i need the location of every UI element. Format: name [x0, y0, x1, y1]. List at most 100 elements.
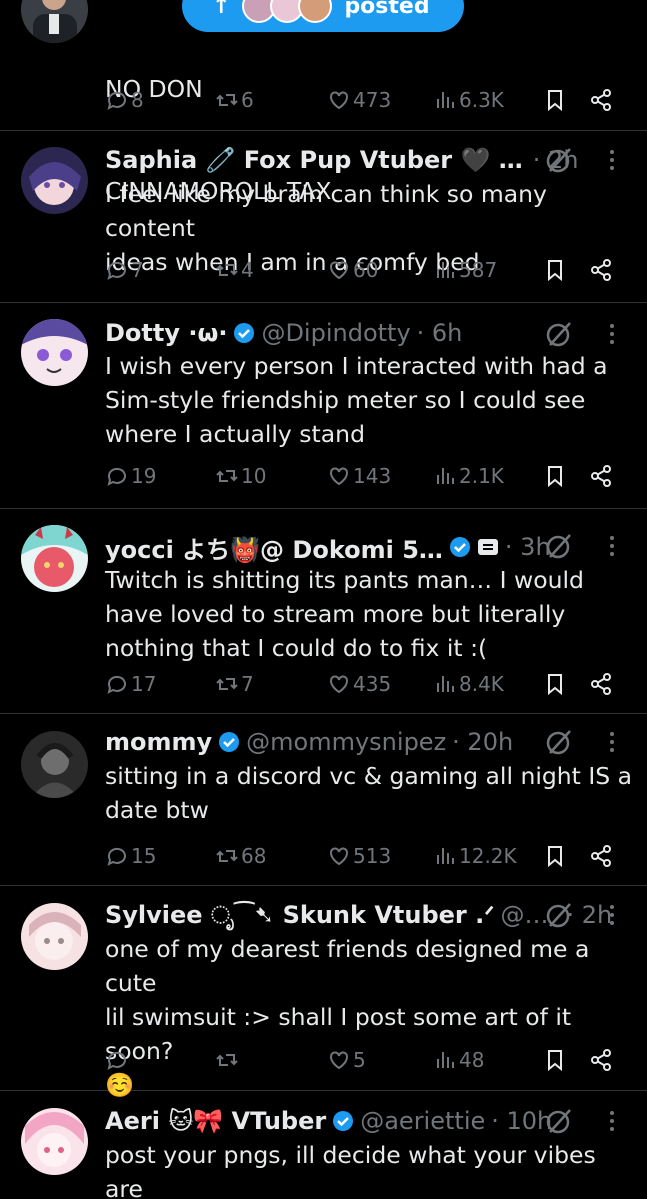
grok-icon[interactable]	[544, 319, 574, 349]
share-button[interactable]	[589, 669, 613, 699]
display-name[interactable]: Dotty ·ω·	[105, 319, 227, 347]
bookmark-button[interactable]	[543, 841, 567, 871]
timeline-feed: NO DON CINNAMOROLL TAX ↑ posted 8 6 473 …	[0, 0, 647, 1199]
display-name[interactable]: Sylviee ೃ⁀➷ Skunk Vtuber .ᐟ	[105, 901, 494, 929]
repost-button[interactable]: 6	[215, 85, 254, 115]
bookmark-button[interactable]	[543, 255, 567, 285]
more-icon[interactable]	[606, 319, 618, 349]
new-posts-toast[interactable]: ↑ posted	[182, 0, 464, 32]
grok-icon[interactable]	[544, 900, 574, 930]
reply-icon	[107, 675, 126, 694]
display-name[interactable]: Saphia 🧷 Fox Pup Vtuber 🖤 …	[105, 146, 523, 174]
like-button[interactable]: 435	[327, 669, 391, 699]
display-name[interactable]: mommy	[105, 728, 212, 756]
bookmark-button[interactable]	[543, 669, 567, 699]
like-count: 60	[353, 258, 379, 282]
repost-button[interactable]: 7	[215, 669, 254, 699]
tweet[interactable]: Saphia 🧷 Fox Pup Vtuber 🖤 … · 2h I feel …	[0, 131, 647, 303]
grok-icon[interactable]	[544, 531, 574, 561]
reply-button[interactable]: 8	[105, 85, 144, 115]
reply-button[interactable]	[105, 1045, 131, 1075]
like-button[interactable]: 60	[327, 255, 378, 285]
views-button[interactable]: 6.3K	[433, 85, 504, 115]
grok-icon[interactable]	[544, 1106, 574, 1136]
handle[interactable]: @mommysnipez	[246, 728, 446, 756]
bookmark-icon	[548, 674, 562, 696]
handle[interactable]: @Dipindotty	[261, 319, 410, 347]
verified-icon	[234, 323, 255, 343]
more-icon[interactable]	[606, 900, 618, 930]
like-count: 513	[353, 844, 392, 868]
repost-icon	[216, 678, 238, 690]
views-button[interactable]: 587	[433, 255, 497, 285]
more-icon[interactable]	[606, 531, 618, 561]
bookmark-button[interactable]	[543, 461, 567, 491]
avatar[interactable]	[21, 525, 88, 592]
repost-button[interactable]: 68	[215, 841, 266, 871]
bookmark-button[interactable]	[543, 1045, 567, 1075]
more-icon[interactable]	[606, 727, 618, 757]
views-button[interactable]: 2.1K	[433, 461, 504, 491]
tweet-actions: 17 7 435 8.4K	[105, 669, 625, 699]
reply-button[interactable]: 17	[105, 669, 156, 699]
handle[interactable]: @…	[500, 901, 548, 929]
like-button[interactable]: 143	[327, 461, 391, 491]
timestamp[interactable]: · 20h	[452, 728, 513, 756]
like-button[interactable]: 513	[327, 841, 391, 871]
view-count: 2.1K	[459, 464, 504, 488]
reply-button[interactable]: 7	[105, 255, 144, 285]
views-button[interactable]: 8.4K	[433, 669, 504, 699]
bookmark-button[interactable]	[543, 85, 567, 115]
share-button[interactable]	[589, 1045, 613, 1075]
tweet-header: Saphia 🧷 Fox Pup Vtuber 🖤 … · 2h	[105, 143, 579, 177]
tweet[interactable]: Aeri 🐱🎀 VTuber @aeriettie · 10h post you…	[0, 1091, 647, 1199]
reply-button[interactable]: 19	[105, 461, 156, 491]
verified-icon	[449, 537, 470, 557]
handle[interactable]: @aeriettie	[360, 1107, 485, 1135]
view-count: 12.2K	[459, 844, 517, 868]
repost-button[interactable]: 10	[215, 461, 266, 491]
tweet[interactable]: NO DON CINNAMOROLL TAX ↑ posted 8 6 473 …	[0, 0, 647, 205]
tweet[interactable]: yocci よち👹@ Dokomi 5… · 3h Twitch is shit…	[0, 509, 647, 714]
reply-icon	[107, 467, 126, 486]
grok-icon[interactable]	[544, 727, 574, 757]
tweet-header: Dotty ·ω· @Dipindotty · 6h	[105, 316, 462, 350]
like-icon	[330, 261, 348, 280]
bookmark-icon	[548, 260, 562, 282]
reply-icon	[107, 847, 126, 866]
more-icon[interactable]	[606, 1106, 618, 1136]
views-button[interactable]: 48	[433, 1045, 484, 1075]
repost-count: 7	[241, 672, 254, 696]
avatar[interactable]	[21, 731, 88, 798]
like-icon	[330, 91, 348, 110]
share-button[interactable]	[589, 85, 613, 115]
reply-button[interactable]: 15	[105, 841, 156, 871]
tweet[interactable]: Dotty ·ω· @Dipindotty · 6h I wish every …	[0, 303, 647, 509]
avatar[interactable]	[21, 0, 88, 43]
views-icon	[437, 262, 454, 278]
avatar[interactable]	[21, 1108, 88, 1175]
more-icon[interactable]	[606, 145, 618, 175]
avatar[interactable]	[21, 319, 88, 386]
avatar[interactable]	[21, 903, 88, 970]
tweet-actions: 19 10 143 2.1K	[105, 461, 625, 491]
tweet-text: post your pngs, ill decide what your vib…	[105, 1141, 596, 1199]
display-name[interactable]: yocci よち👹@ Dokomi 5…	[105, 530, 443, 565]
share-button[interactable]	[589, 461, 613, 491]
share-button[interactable]	[589, 841, 613, 871]
timestamp[interactable]: · 6h	[417, 319, 463, 347]
tweet[interactable]: Sylviee ೃ⁀➷ Skunk Vtuber .ᐟ @… · 2h one …	[0, 886, 647, 1099]
like-button[interactable]: 5	[327, 1045, 366, 1075]
tweet[interactable]: mommy @mommysnipez · 20h sitting in a di…	[0, 714, 647, 886]
views-button[interactable]: 12.2K	[433, 841, 517, 871]
share-button[interactable]	[589, 255, 613, 285]
like-button[interactable]: 473	[327, 85, 391, 115]
repost-count: 4	[241, 258, 254, 282]
tweet-text: Twitch is shitting its pants man… I woul…	[105, 566, 584, 662]
display-name[interactable]: Aeri 🐱🎀 VTuber	[105, 1107, 326, 1135]
avatar[interactable]	[21, 147, 88, 214]
grok-icon[interactable]	[544, 145, 574, 175]
repost-button[interactable]	[215, 1045, 241, 1075]
repost-button[interactable]: 4	[215, 255, 254, 285]
bookmark-icon	[548, 466, 562, 488]
